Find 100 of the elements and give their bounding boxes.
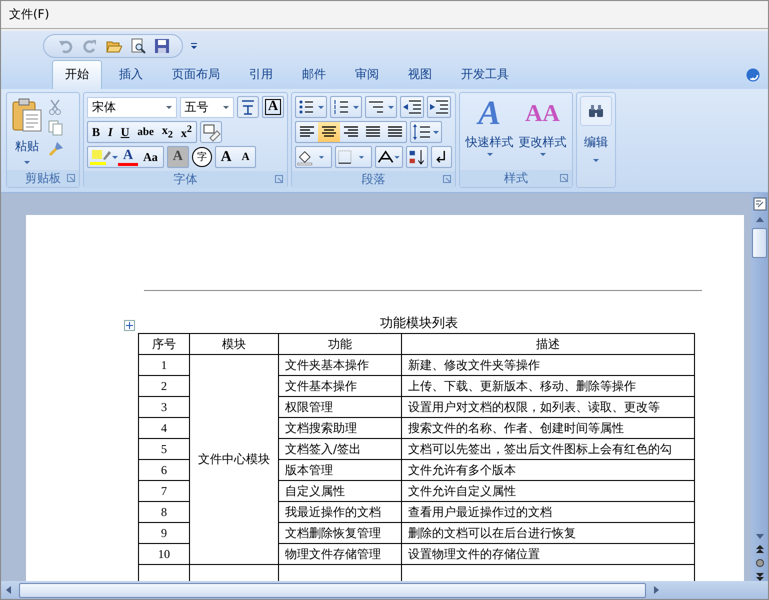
character-border-button[interactable]: A — [262, 96, 284, 118]
scroll-up-icon[interactable] — [756, 217, 764, 222]
table-cell: 新建、修改文件夹等操作 — [402, 354, 694, 376]
shading-icon[interactable] — [295, 146, 332, 168]
table-cell: 删除的文档可以在后台进行恢复 — [402, 522, 694, 544]
justify-icon — [365, 125, 381, 139]
font-name-dropdown[interactable]: 宋体 — [87, 96, 177, 118]
table-cell: 6 — [138, 460, 190, 480]
print-preview-icon[interactable] — [130, 38, 146, 54]
clear-formatting-icon[interactable] — [200, 121, 222, 143]
horizontal-scrollbar[interactable] — [1, 581, 768, 599]
ribbon-tab[interactable]: 引用 — [237, 61, 285, 89]
style-button[interactable]: A 快速样式 — [463, 96, 516, 167]
group-title: 段落 — [362, 171, 386, 188]
customize-toolbar-icon[interactable] — [190, 42, 198, 50]
format-button[interactable]: x$^{2}$ — [176, 122, 196, 142]
ruler-toggle-icon[interactable] — [752, 197, 766, 211]
align-right-icon — [343, 125, 359, 139]
group-title: 剪贴板 — [25, 170, 61, 187]
ribbon-tab[interactable]: 开发工具 — [449, 61, 521, 89]
increase-indent-icon[interactable] — [427, 96, 451, 118]
table-cell: 设置用户对文档的权限，如列表、读取、更改等 — [402, 396, 694, 418]
table-cell: 5 — [138, 438, 190, 460]
table-cell: 文件允许自定义属性 — [402, 480, 694, 502]
table-cell: 文档删除恢复管理 — [278, 522, 402, 544]
table-cell: 1 — [138, 354, 190, 376]
ribbon-tab[interactable]: 页面布局 — [160, 61, 232, 89]
ribbon-tab[interactable]: 视图 — [396, 61, 444, 89]
table-move-handle-icon[interactable] — [124, 320, 135, 331]
menu-item[interactable]: 文件(F) — [9, 6, 50, 23]
font-color-button[interactable]: A — [118, 148, 138, 166]
format-button[interactable]: B — [88, 122, 104, 142]
table-cell: 文件中心模块 — [190, 354, 278, 564]
font-color-button[interactable]: Aa — [138, 147, 163, 167]
format-button[interactable]: I — [104, 122, 117, 142]
font-size-dropdown[interactable]: 五号 — [180, 96, 234, 118]
clipboard-icon — [12, 98, 42, 132]
ribbon-tab[interactable]: 审阅 — [343, 61, 391, 89]
bullet-list-icon[interactable] — [295, 96, 327, 118]
scroll-thumb[interactable] — [752, 228, 767, 258]
table-cell: 查看用户最近操作过的文档 — [402, 502, 694, 522]
ribbon-tab[interactable]: 邮件 — [290, 61, 338, 89]
table-cell: 搜索文件的名称、作者、创建时间等属性 — [402, 418, 694, 438]
group-title: 样式 — [504, 170, 528, 187]
table-cell: 文档可以先签出，签出后文件图标上会有红色的勾 — [402, 438, 694, 460]
caret-icon — [24, 161, 30, 164]
align-center-icon — [321, 125, 337, 139]
table-cell: 物理文件存储管理 — [278, 544, 402, 564]
caret-icon — [593, 159, 599, 162]
caret-icon — [486, 153, 492, 156]
table-caption: 功能模块列表 — [380, 315, 458, 333]
help-icon[interactable] — [746, 68, 760, 82]
multilevel-list-icon[interactable] — [365, 96, 397, 118]
save-icon[interactable] — [154, 38, 170, 54]
format-button[interactable]: abe — [133, 122, 158, 142]
table-header: 功能 — [278, 334, 402, 354]
highlighter-icon[interactable] — [88, 147, 118, 167]
paragraph-marks-icon[interactable] — [430, 146, 452, 168]
table-cell: 设置物理文件的存储位置 — [402, 544, 694, 564]
align-left-icon — [299, 125, 315, 139]
alignment-button[interactable] — [318, 122, 340, 142]
format-button[interactable]: U — [116, 122, 134, 142]
table-cell: 自定义属性 — [278, 480, 402, 502]
table-cell: 8 — [138, 502, 190, 522]
enclose-character-button[interactable]: 字 — [192, 147, 212, 167]
scroll-thumb[interactable] — [19, 582, 646, 598]
table-cell: 9 — [138, 522, 190, 544]
shrink-font-button[interactable]: A — [236, 147, 255, 167]
table-cell: 文档搜索助理 — [278, 418, 402, 438]
asian-layout-icon[interactable] — [375, 146, 404, 168]
ribbon-tab[interactable]: 插入 — [107, 61, 155, 89]
style-button[interactable]: AA 更改样式 — [516, 96, 569, 167]
browse-object-icon[interactable] — [756, 559, 764, 567]
ribbon-tab[interactable]: 开始 — [52, 60, 102, 89]
table-cell: 10 — [138, 544, 190, 564]
decrease-indent-icon[interactable] — [400, 96, 424, 118]
table-cell: 4 — [138, 418, 190, 438]
character-shading-button[interactable]: A — [166, 146, 189, 168]
scroll-down-icon[interactable] — [756, 534, 764, 539]
scroll-left-icon[interactable] — [6, 586, 11, 594]
binoculars-icon — [588, 104, 604, 118]
vertical-scrollbar[interactable] — [751, 193, 768, 581]
caret-icon — [540, 153, 546, 156]
line-spacing-icon[interactable] — [410, 121, 442, 143]
phonetic-guide-icon[interactable] — [237, 96, 260, 118]
format-button[interactable]: x$_{2}$ — [158, 122, 177, 142]
brush-icon[interactable] — [48, 141, 64, 157]
grow-font-button[interactable]: A — [216, 147, 237, 167]
table-header: 描述 — [402, 334, 694, 354]
sort-icon[interactable] — [406, 146, 428, 168]
scroll-right-icon[interactable] — [654, 586, 659, 594]
previous-page-icon[interactable] — [756, 545, 764, 553]
group-title: 字体 — [174, 171, 198, 188]
editing-button[interactable]: 编辑 — [576, 92, 616, 188]
table-cell: 7 — [138, 480, 190, 502]
distribute-icon — [387, 125, 403, 139]
paste-button[interactable]: 粘贴 — [10, 96, 44, 167]
numbered-list-icon[interactable] — [330, 96, 362, 118]
table-cell: 权限管理 — [278, 396, 402, 418]
table-header: 模块 — [190, 334, 278, 354]
